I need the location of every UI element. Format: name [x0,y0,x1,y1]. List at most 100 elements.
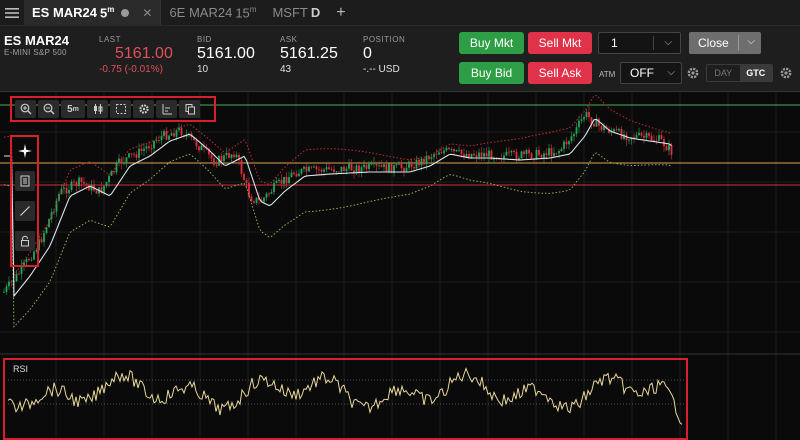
candle-body [540,154,543,158]
tab-symbol: MSFT [272,5,308,20]
candle-body [670,145,673,155]
close-position-button[interactable]: Close ⌵ [689,32,761,54]
candle-body [308,166,310,172]
candle-body [520,151,523,159]
candle-body [300,168,303,174]
candle-body [323,169,325,172]
atm-select[interactable]: OFF ⌵ [620,62,682,84]
tif-toggle[interactable]: DAY GTC [706,64,773,82]
candle-body [363,164,365,168]
candle-body [213,158,215,165]
templates-icon[interactable] [179,100,200,118]
candle-body [585,112,588,118]
indicators-icon[interactable] [156,100,177,118]
chevron-down-icon[interactable]: ⌵ [664,37,672,48]
candle-body [280,179,283,184]
quote-header: ES MAR24 E-MINI S&P 500 LAST 5161.00 -0.… [0,26,800,92]
candle-body [650,135,653,141]
candle-body [265,193,268,198]
rsi-panel[interactable]: RSI [3,358,688,440]
candle-body [618,128,620,131]
candle-body [330,169,333,170]
chevron-down-icon[interactable]: ⌵ [747,36,755,47]
candle-body [420,158,423,166]
gear-icon[interactable] [133,100,154,118]
candle-body [523,151,525,155]
candle-body [638,132,640,135]
zoom-out-icon[interactable] [38,100,59,118]
tif-gtc[interactable]: GTC [739,65,772,81]
candle-body [285,176,288,184]
candle-body [153,140,155,149]
candle-body [415,159,418,169]
sell-mkt-button[interactable]: Sell Mkt [528,32,592,54]
tab-msft[interactable]: MSFT D [264,0,328,25]
candle-body [275,180,278,184]
candle-body [668,145,670,151]
candlestick-icon[interactable] [87,100,108,118]
candle-body [173,133,175,137]
settings-gear-icon[interactable] [779,66,793,80]
tab-es-mar24[interactable]: ES MAR24 5m ✕ [24,0,162,25]
candle-body [65,187,68,194]
candle-body [43,233,45,243]
quantity-value: 1 [611,36,618,50]
bid-label: BID [197,35,212,44]
chevron-down-icon[interactable]: ⌵ [667,67,675,78]
candle-body [400,163,403,169]
last-change: -0.75 (-0.01%) [99,64,163,75]
candle-body [333,169,335,173]
candle-body [155,140,158,141]
candle-body [340,166,343,172]
sell-ask-button[interactable]: Sell Ask [528,62,592,84]
candle-body [525,149,528,155]
candle-body [483,153,485,157]
zoom-in-icon[interactable] [15,100,36,118]
candle-body [555,152,558,154]
candle-body [418,159,420,166]
chart-area[interactable]: 5m RSI [0,92,800,440]
add-tab-button[interactable]: + [328,0,353,25]
divider [738,35,739,51]
tab-6e-mar24[interactable]: 6E MAR24 15m [161,0,264,25]
candle-body [538,149,540,155]
candle-body [175,130,178,137]
candle-body [103,185,105,194]
atm-gear-icon[interactable] [686,66,700,80]
crosshair-icon[interactable] [15,141,35,161]
buy-mkt-button[interactable]: Buy Mkt [459,32,524,54]
candle-body [588,112,590,118]
order-ticket-icon[interactable] [14,171,35,191]
candle-body [95,190,98,194]
candle-body [375,163,378,166]
candle-body [105,182,108,186]
timeframe-button[interactable]: 5m [61,100,85,118]
candle-body [295,174,298,177]
candle-body [488,150,490,157]
candle-body [368,163,370,169]
lock-icon[interactable] [14,231,35,251]
selection-icon[interactable] [110,100,131,118]
candle-body [450,148,453,150]
candle-body [145,146,148,149]
buy-bid-button[interactable]: Buy Bid [459,62,524,84]
candle-body [168,135,170,140]
candle-body [130,153,133,155]
instrument-symbol[interactable]: ES MAR24 [4,33,69,48]
candle-body [408,161,410,168]
candlesticks [3,106,673,295]
tif-day[interactable]: DAY [707,65,740,81]
menu-icon[interactable] [0,0,24,25]
candle-body [548,148,550,156]
candle-body [78,177,80,187]
candle-body [290,172,293,178]
candle-body [435,154,438,156]
close-tab-icon[interactable]: ✕ [142,6,152,20]
trend-line-icon[interactable] [14,201,35,221]
candle-body [345,168,348,172]
candle-body [593,123,595,127]
quantity-select[interactable]: 1 ⌵ [598,32,681,54]
candle-body [613,129,615,132]
candle-body [165,131,168,140]
position-label: POSITION [363,35,406,44]
